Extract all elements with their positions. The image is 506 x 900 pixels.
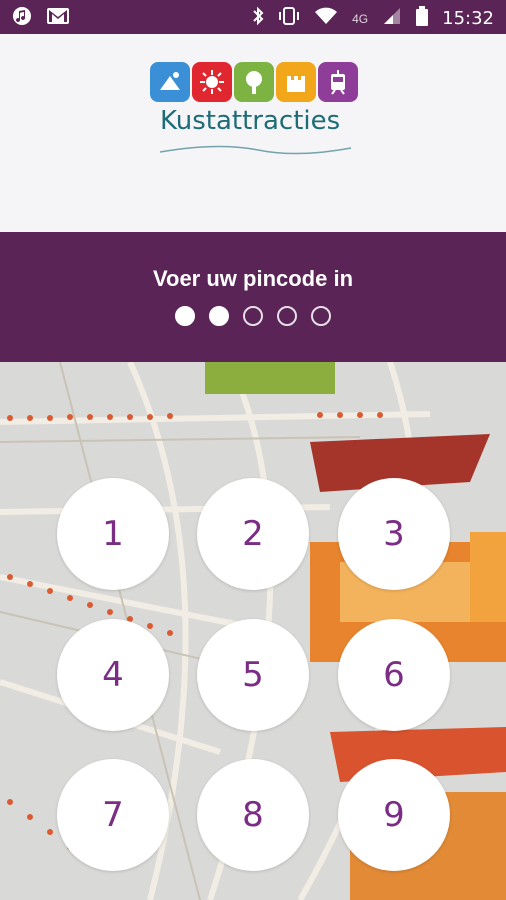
pin-dot — [243, 306, 263, 326]
castle-icon — [276, 62, 316, 102]
bluetooth-icon — [252, 6, 264, 31]
key-2-button[interactable]: 2 — [197, 478, 309, 590]
beach-icon — [150, 62, 190, 102]
battery-icon — [416, 6, 429, 31]
music-icon — [12, 6, 32, 31]
key-5-button[interactable]: 5 — [197, 619, 309, 731]
pin-dot — [311, 306, 331, 326]
pin-keypad: 123 456 789 — [0, 362, 506, 900]
kustattracties-logo: Kustattracties — [150, 62, 360, 197]
key-4-button[interactable]: 4 — [57, 619, 169, 731]
pin-dot — [277, 306, 297, 326]
tree-icon — [234, 62, 274, 102]
signal-icon — [382, 6, 402, 31]
key-1-button[interactable]: 1 — [57, 478, 169, 590]
brand-name: Kustattracties — [160, 106, 341, 136]
pin-indicator — [0, 306, 506, 326]
status-left — [12, 6, 70, 31]
vibrate-icon — [278, 6, 300, 31]
gmail-icon — [46, 6, 70, 31]
pin-dot — [175, 306, 195, 326]
wifi-icon — [314, 6, 338, 31]
pin-dot — [209, 306, 229, 326]
pin-panel: Voer uw pincode in — [0, 232, 506, 362]
key-7-button[interactable]: 7 — [57, 759, 169, 871]
network-label: 4G — [352, 11, 369, 26]
status-time: 15:32 — [442, 8, 494, 29]
key-3-button[interactable]: 3 — [338, 478, 450, 590]
status-bar: 4G 15:32 — [0, 0, 506, 34]
key-6-button[interactable]: 6 — [338, 619, 450, 731]
sun-icon — [192, 62, 232, 102]
logo-icons — [150, 62, 360, 102]
tram-icon — [318, 62, 358, 102]
app-header: Kustattracties — [0, 34, 506, 232]
key-8-button[interactable]: 8 — [197, 759, 309, 871]
pin-title: Voer uw pincode in — [152, 266, 354, 291]
key-9-button[interactable]: 9 — [338, 759, 450, 871]
brand-wave — [159, 145, 352, 155]
status-right: 4G 15:32 — [252, 6, 494, 31]
